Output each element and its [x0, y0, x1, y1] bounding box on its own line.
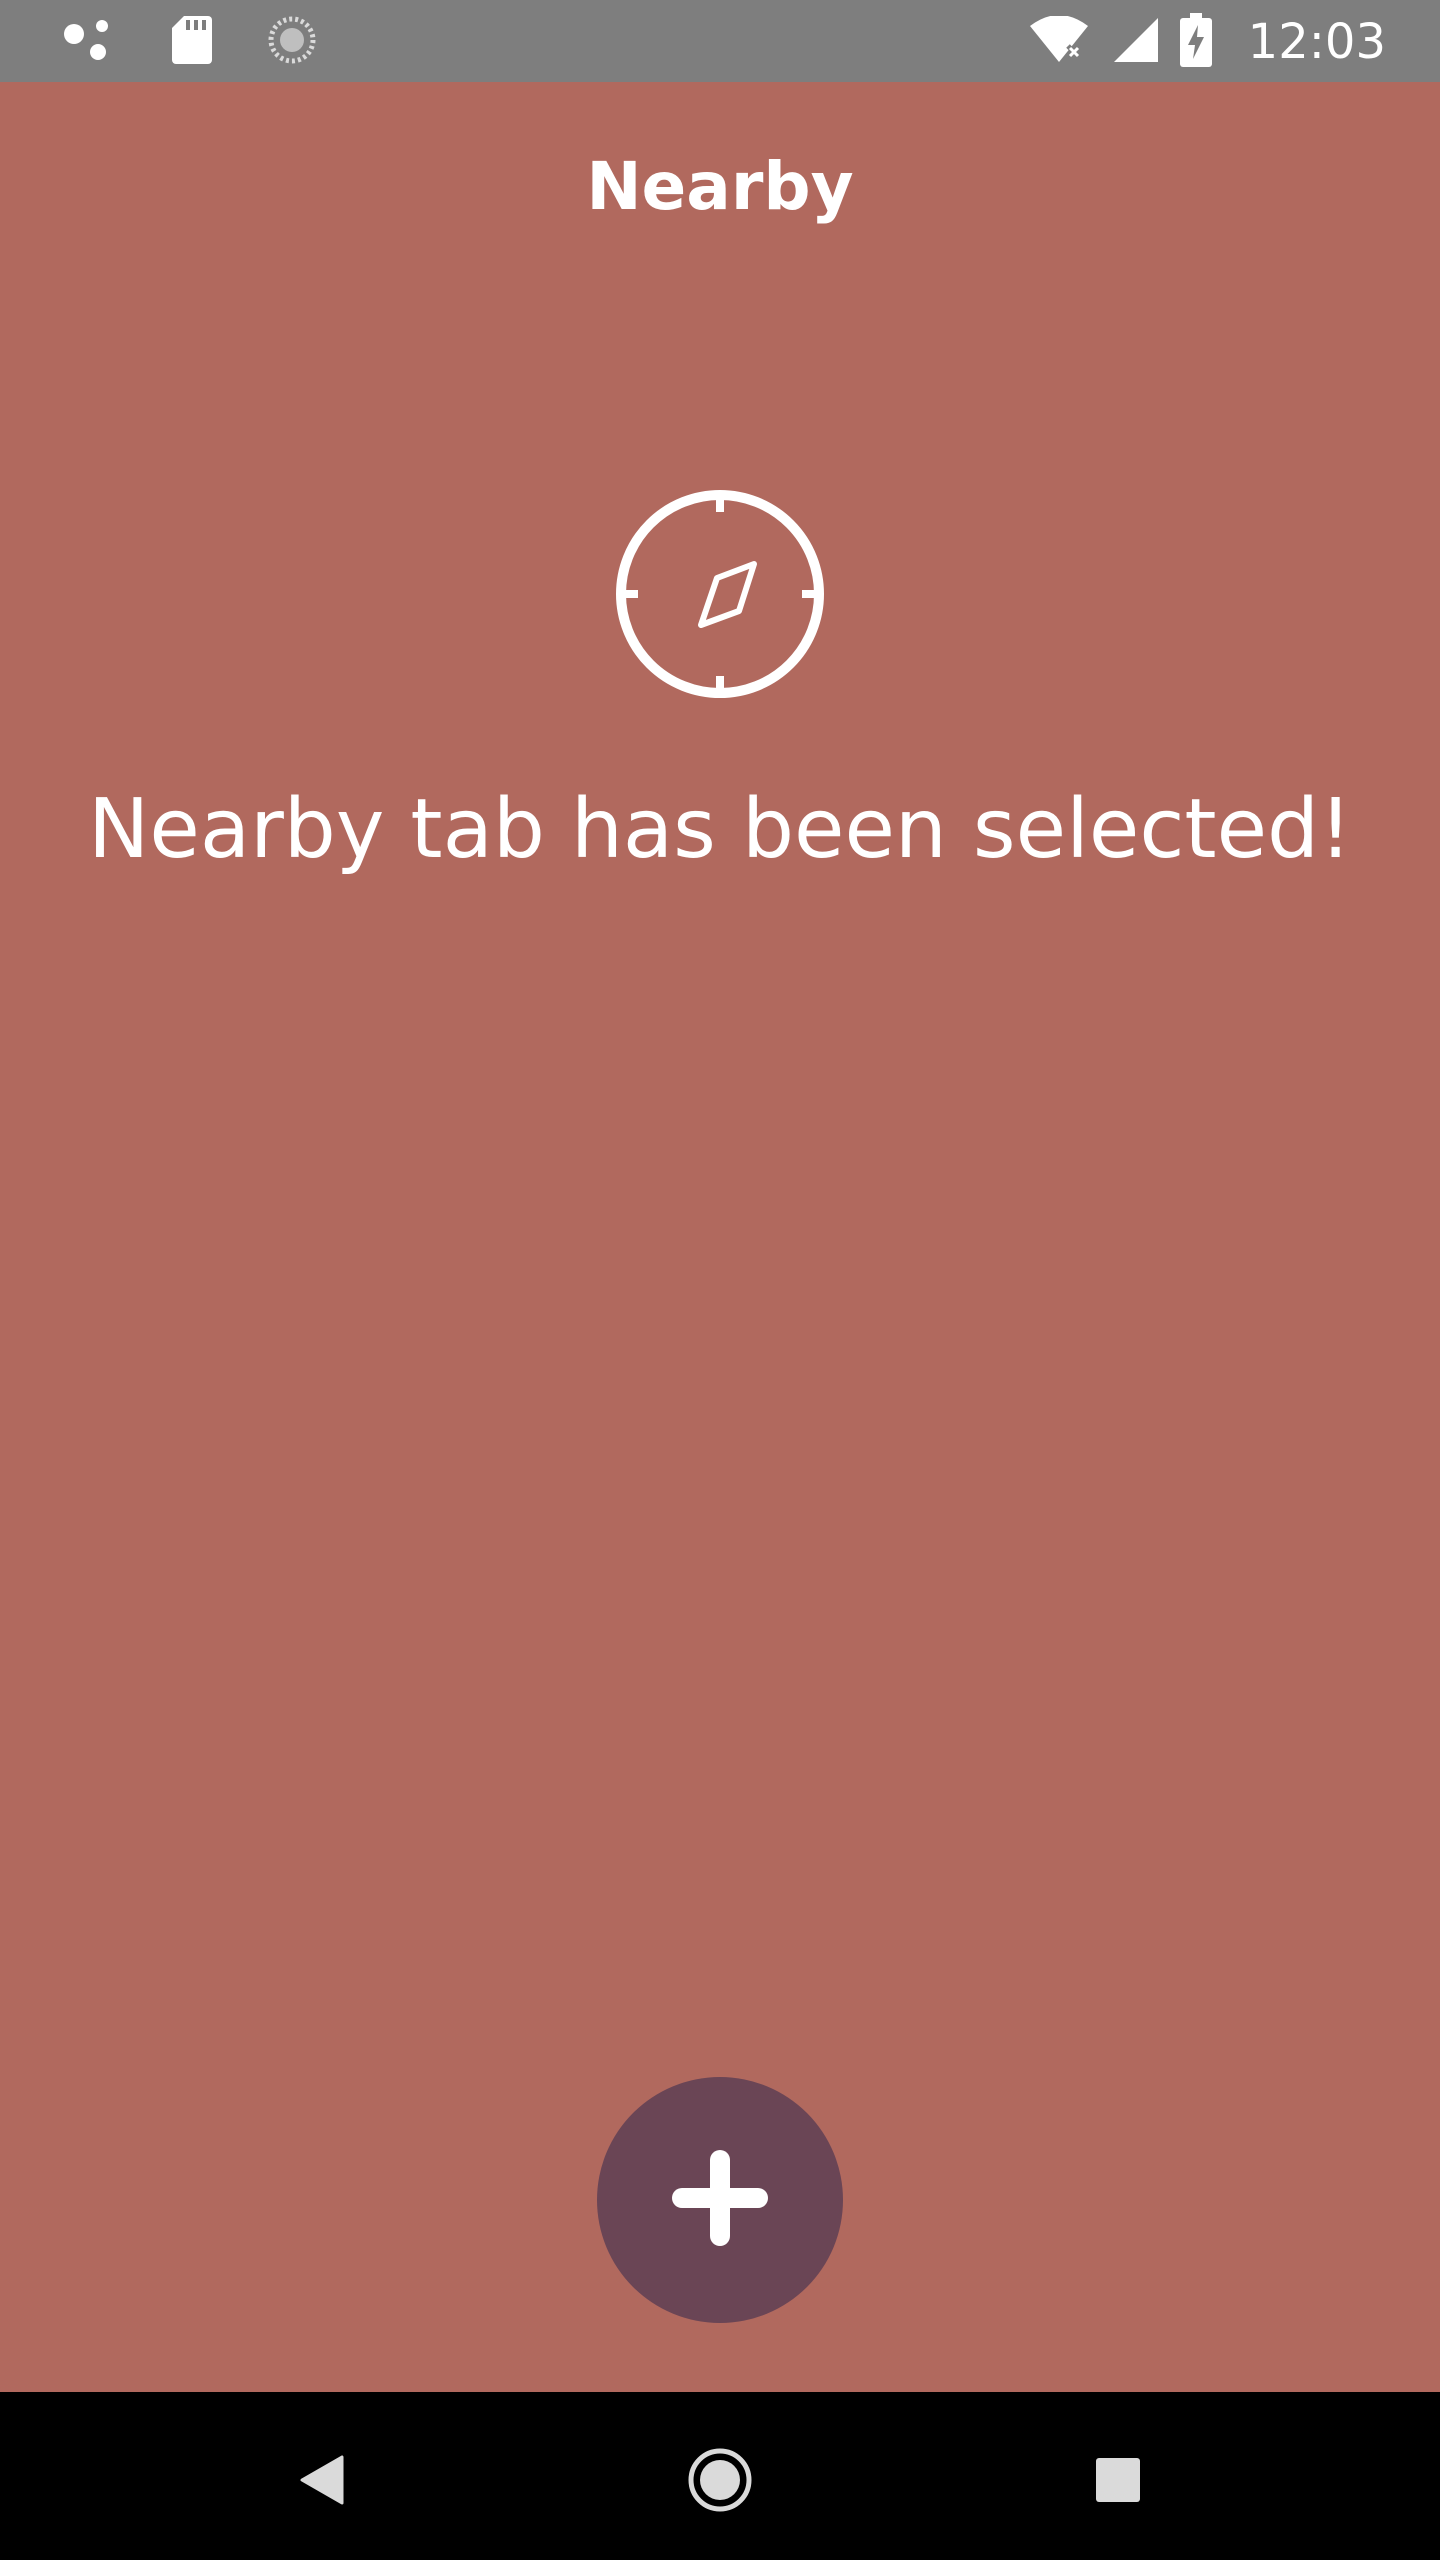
home-button[interactable]	[670, 2432, 770, 2532]
system-navigation-bar	[0, 2392, 1440, 2560]
sd-card-icon	[172, 16, 212, 68]
compass-icon	[612, 486, 828, 702]
back-button[interactable]	[272, 2432, 372, 2532]
app-screen: 12:03 Nearby Nearby tab has been selecte…	[0, 0, 1440, 2560]
assistant-dots-icon	[62, 16, 116, 68]
plus-icon	[672, 2150, 768, 2250]
status-bar: 12:03	[0, 0, 1440, 82]
recents-button[interactable]	[1068, 2432, 1168, 2532]
page-title: Nearby	[586, 148, 854, 225]
recents-icon	[1096, 2458, 1140, 2506]
status-icons-left	[62, 16, 316, 68]
home-icon	[687, 2447, 753, 2517]
wifi-off-icon	[1028, 15, 1090, 68]
battery-charging-icon	[1179, 13, 1212, 71]
status-time: 12:03	[1247, 14, 1386, 70]
cell-signal-icon	[1112, 16, 1158, 68]
add-button[interactable]	[597, 2077, 843, 2323]
sync-circle-icon	[268, 16, 316, 68]
selected-tab-message: Nearby tab has been selected!	[88, 782, 1352, 877]
back-icon	[300, 2455, 344, 2509]
status-icons-right: 12:03	[1028, 13, 1386, 71]
